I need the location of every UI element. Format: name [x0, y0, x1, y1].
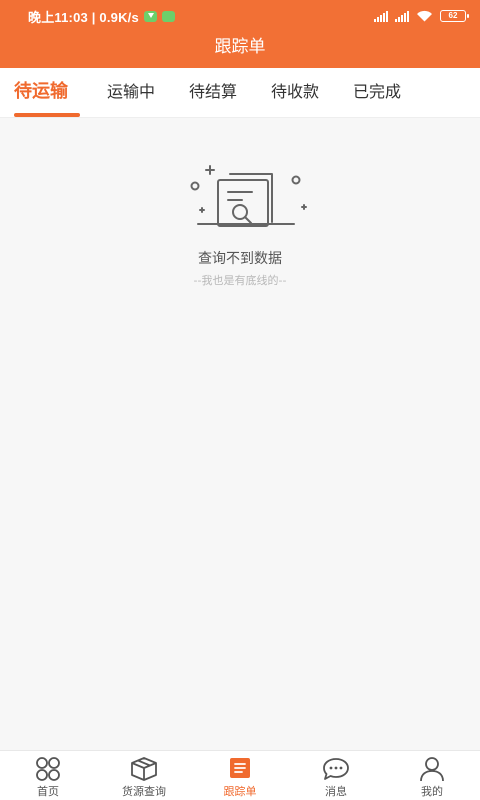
page-title-bar: 跟踪单	[0, 32, 480, 68]
document-search-icon	[190, 165, 307, 227]
active-tab-indicator	[14, 113, 80, 117]
nav-label: 货源查询	[122, 785, 166, 798]
page-title: 跟踪单	[214, 37, 266, 57]
status-time: 晚上11:03 | 0.9K/s	[28, 9, 139, 25]
nav-profile[interactable]: 我的	[384, 751, 480, 800]
nav-home[interactable]: 首页	[0, 751, 96, 800]
battery-icon: 62	[440, 10, 469, 22]
empty-state: 查询不到数据 --我也是有底线的--	[0, 160, 480, 288]
nav-label: 消息	[325, 785, 347, 798]
tab-label: 运输中	[107, 82, 156, 101]
nav-messages[interactable]: 消息	[288, 751, 384, 800]
tab-in-transit[interactable]: 运输中	[107, 68, 155, 118]
tab-pending-transport[interactable]: 待运输	[14, 68, 68, 118]
download-indicator-icon	[143, 10, 157, 22]
wifi-icon	[416, 10, 433, 22]
app-notification-icon	[161, 10, 175, 22]
nav-cargo-search[interactable]: 货源查询	[96, 751, 192, 800]
nav-label: 首页	[37, 785, 59, 798]
tracking-list-icon	[230, 758, 250, 778]
nav-label: 我的	[421, 785, 443, 798]
tab-completed[interactable]: 已完成	[353, 68, 401, 118]
tab-label: 已完成	[353, 82, 402, 101]
signal-hd-icon	[395, 10, 409, 22]
nav-tracking[interactable]: 跟踪单	[192, 751, 288, 800]
package-icon	[131, 757, 157, 781]
status-tabs: 待运输 运输中 待结算 待收款 已完成	[0, 68, 480, 118]
status-icons: 62	[374, 10, 469, 22]
status-bar: 晚上11:03 | 0.9K/s 62	[0, 0, 480, 32]
tab-label: 待收款	[271, 82, 320, 101]
nav-label: 跟踪单	[223, 785, 257, 798]
tab-label: 待结算	[189, 82, 238, 101]
bottom-nav: 首页 货源查询 跟踪单 消息 我的	[0, 750, 480, 800]
user-icon	[420, 757, 444, 782]
tab-label: 待运输	[14, 81, 68, 102]
signal-icon	[374, 10, 388, 22]
empty-title: 查询不到数据	[198, 251, 282, 267]
home-grid-icon	[36, 757, 60, 781]
chat-bubble-icon	[323, 758, 349, 780]
tab-pending-payment[interactable]: 待收款	[271, 68, 319, 118]
tab-pending-settlement[interactable]: 待结算	[189, 68, 237, 118]
empty-subtitle: --我也是有底线的--	[193, 274, 287, 287]
